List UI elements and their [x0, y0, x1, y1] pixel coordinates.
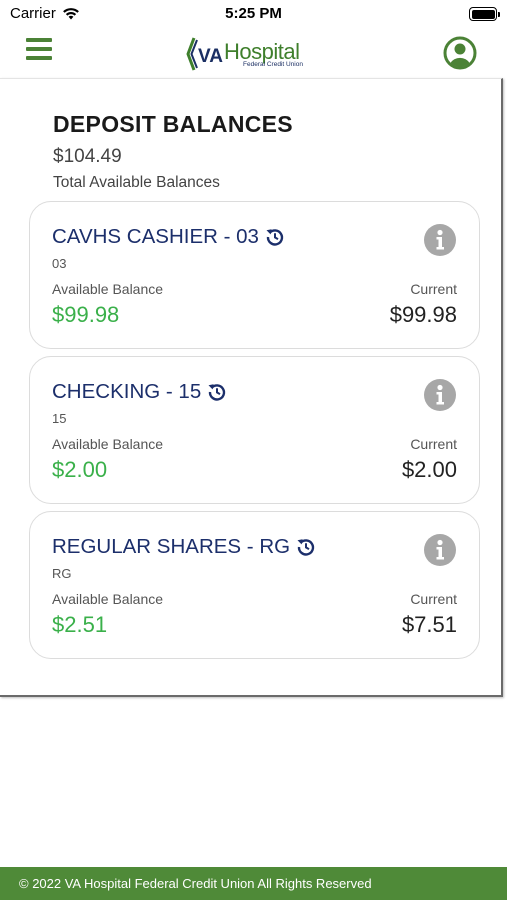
total-balance-amount: $104.49 [53, 146, 122, 167]
status-bar: Carrier 5:25 PM [0, 0, 507, 28]
account-name-row: REGULAR SHARES - RG [52, 535, 316, 559]
current-balance-value: $99.98 [389, 302, 457, 327]
total-balance-caption: Total Available Balances [53, 174, 220, 191]
account-card[interactable]: CHECKING - 15 15 Available Balance $2.00… [29, 356, 480, 504]
account-name: REGULAR SHARES - RG [52, 535, 291, 558]
section-title: DEPOSIT BALANCES [53, 111, 293, 137]
history-icon[interactable] [207, 382, 227, 402]
logo-badge-mark: VA [186, 37, 223, 71]
logo-badge-text: VA [198, 46, 223, 67]
logo-subtitle: Federal Credit Union [243, 61, 303, 68]
current-balance-label: Current [410, 591, 457, 607]
footer-copyright: © 2022 VA Hospital Federal Credit Union … [19, 876, 372, 891]
status-time: 5:25 PM [225, 5, 282, 22]
hamburger-menu-icon[interactable] [26, 38, 52, 60]
account-code: 15 [52, 411, 67, 426]
account-code: 03 [52, 256, 67, 271]
account-name: CAVHS CASHIER - 03 [52, 225, 259, 248]
battery-icon [469, 7, 500, 21]
available-balance-value: $2.51 [52, 612, 108, 637]
available-balance-label: Available Balance [52, 436, 164, 452]
footer: © 2022 VA Hospital Federal Credit Union … [0, 867, 507, 900]
account-name-row: CHECKING - 15 [52, 380, 227, 404]
account-code: RG [52, 566, 72, 581]
account-name-row: CAVHS CASHIER - 03 [52, 225, 285, 249]
brand-logo: VA Hospital Federal Credit Union [186, 34, 322, 74]
account-card[interactable]: REGULAR SHARES - RG RG Available Balance… [29, 511, 480, 659]
user-profile-icon[interactable] [443, 36, 477, 70]
current-balance-value: $2.00 [401, 457, 457, 482]
current-balance-label: Current [410, 281, 457, 297]
deposit-balances-panel: DEPOSIT BALANCES $104.49 Total Available… [0, 78, 503, 697]
available-balance-value: $2.00 [52, 457, 108, 482]
current-balance-value: $7.51 [401, 612, 457, 637]
current-balance-label: Current [410, 436, 457, 452]
info-icon[interactable] [423, 533, 457, 567]
info-icon[interactable] [423, 378, 457, 412]
available-balance-label: Available Balance [52, 281, 164, 297]
available-balance-value: $99.98 [52, 302, 120, 327]
account-name: CHECKING - 15 [52, 380, 202, 403]
history-icon[interactable] [265, 227, 285, 247]
app-header: VA Hospital Federal Credit Union [0, 28, 507, 78]
account-card[interactable]: CAVHS CASHIER - 03 03 Available Balance … [29, 201, 480, 349]
history-icon[interactable] [296, 537, 316, 557]
info-icon[interactable] [423, 223, 457, 257]
available-balance-label: Available Balance [52, 591, 164, 607]
